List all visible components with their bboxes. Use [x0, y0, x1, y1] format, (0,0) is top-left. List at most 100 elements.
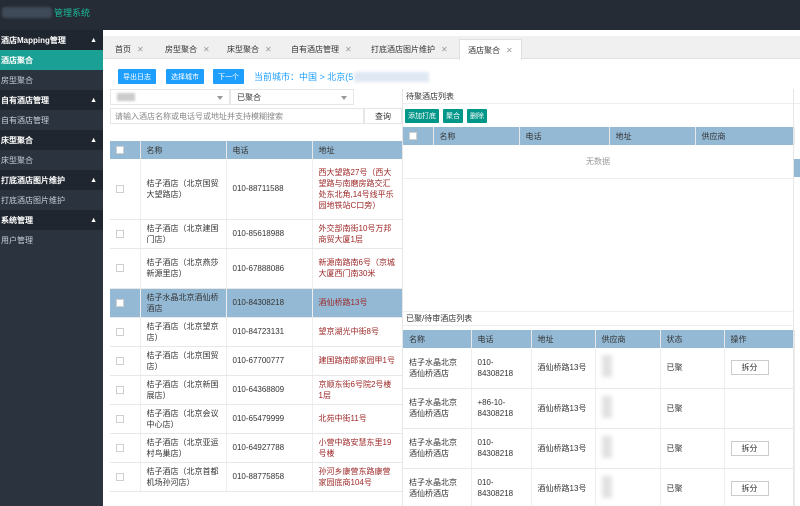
split-button[interactable]: 拆分: [730, 480, 769, 496]
row-checkbox[interactable]: [116, 229, 124, 238]
row-checkbox[interactable]: [116, 327, 124, 336]
sidebar-group-hotel-mapping[interactable]: 酒店Mapping管理 ▲: [0, 30, 103, 50]
split-button[interactable]: 拆分: [730, 440, 769, 456]
close-icon[interactable]: ✕: [345, 45, 352, 54]
row-checkbox[interactable]: [116, 414, 124, 423]
table-row[interactable]: 桔子酒店（北京亚运村鸟巢店） 010-64927788 小营中路安慧东里19号楼: [110, 433, 403, 463]
city-select[interactable]: [110, 89, 230, 105]
caret-up-icon: ▲: [90, 36, 97, 44]
table-row[interactable]: 桔子酒店（北京国贸大望路店） 010-88711588 西大望路27号（西大望路…: [110, 159, 403, 220]
tab-room-merge[interactable]: 房型聚合 ✕: [165, 40, 210, 59]
row-checkbox[interactable]: [116, 185, 124, 194]
right-panel-header-strip: [794, 159, 800, 177]
row-checkbox-cell: [110, 159, 141, 220]
column-header: 名称: [140, 141, 227, 159]
hotel-phone: 010-84308218: [226, 288, 313, 318]
table-row[interactable]: 桔子水晶北京酒仙桥酒店 010-84308218 酒仙桥路13号 已聚 拆分: [403, 428, 795, 469]
sidebar-group-system[interactable]: 系统管理 ▲: [0, 210, 103, 230]
row-checkbox[interactable]: [116, 264, 124, 273]
row-checkbox-cell: [110, 462, 141, 492]
table-row[interactable]: 桔子水晶北京酒仙桥酒店 010-84308218 酒仙桥路13号 已聚 拆分: [403, 348, 795, 389]
sidebar-group-hotel-images[interactable]: 打底酒店图片维护 ▲: [0, 170, 103, 190]
sidebar-group-bed-merge[interactable]: 床型聚合 ▲: [0, 130, 103, 150]
right-panel-head: [794, 89, 800, 104]
column-header: 地址: [531, 330, 596, 348]
close-icon[interactable]: ✕: [506, 46, 513, 55]
tab-bed-merge[interactable]: 床型聚合 ✕: [227, 40, 272, 59]
close-icon[interactable]: ✕: [137, 45, 144, 54]
sidebar-item-hotel-images[interactable]: 打底酒店图片维护: [0, 190, 103, 210]
row-checkbox[interactable]: [116, 356, 124, 365]
search-button[interactable]: 查询: [364, 108, 402, 124]
table-row[interactable]: 桔子酒店（北京会议中心店） 010-65479999 北苑中街11号: [110, 404, 403, 434]
sidebar-group-label: 酒店Mapping管理: [1, 35, 66, 45]
column-header: 操作: [724, 330, 795, 348]
sidebar-item-hotel-merge[interactable]: 酒店聚合: [0, 50, 103, 70]
caret-up-icon: ▲: [90, 96, 97, 104]
sidebar-item-users[interactable]: 用户管理: [0, 230, 103, 250]
table-row[interactable]: 桔子酒店（北京燕莎新源里店） 010-67888086 新源南路南6号（京城大厦…: [110, 248, 403, 289]
hotel-address: 望京湖光中街8号: [312, 317, 403, 347]
merged-list-title: 已聚/待审酒店列表: [403, 311, 793, 326]
tab-label: 首页: [115, 45, 131, 54]
table-row[interactable]: 桔子水晶北京酒仙桥酒店 +86-10-84308218 酒仙桥路13号 已聚: [403, 388, 795, 429]
row-checkbox[interactable]: [116, 298, 124, 307]
blurred-supplier: [601, 475, 612, 498]
chevron-down-icon: [217, 96, 223, 100]
table-row[interactable]: 桔子水晶北京酒仙桥酒店 010-84308218 酒仙桥路13号 已聚 拆分: [403, 468, 795, 506]
tab-hotel-images[interactable]: 打底酒店图片维护 ✕: [371, 40, 448, 59]
table-row[interactable]: 桔子酒店（北京新国展店） 010-64368809 京顺东街6号院2号楼1层: [110, 375, 403, 405]
next-button[interactable]: 下一个: [213, 69, 244, 84]
hotel-phone: 010-84308218: [471, 428, 532, 469]
export-log-button[interactable]: 导出日志: [118, 69, 156, 84]
blurred-supplier: [601, 435, 612, 458]
hotel-phone: +86-10-84308218: [471, 388, 532, 429]
toolbar: 导出日志 选择城市 下一个 当前城市：中国 > 北京(5: [103, 59, 800, 89]
sidebar-item-bed-merge[interactable]: 床型聚合: [0, 150, 103, 170]
hotel-address: 京顺东街6号院2号楼1层: [312, 375, 403, 405]
action-cell: 拆分: [724, 468, 795, 506]
select-all-checkbox[interactable]: [409, 132, 417, 141]
current-city-text: 当前城市：中国 > 北京(5: [254, 72, 354, 82]
hotel-table: 名称 电话 地址 桔子酒店（北京国贸大望路店） 010-88711588 西大望…: [110, 141, 403, 492]
tab-hotel-merge[interactable]: 酒店聚合 ✕: [459, 39, 522, 60]
merge-button[interactable]: 聚合: [443, 108, 463, 123]
select-all-cell: [110, 141, 141, 159]
select-city-button[interactable]: 选择城市: [166, 69, 204, 84]
search-input[interactable]: 请输入酒店名称或电话号或地址并支持模糊搜索: [110, 108, 364, 124]
pending-actions: 添加打底 聚合 删除: [403, 104, 793, 127]
column-header: 电话: [471, 330, 532, 348]
sidebar-group-own-hotel[interactable]: 自有酒店管理 ▲: [0, 90, 103, 110]
row-checkbox-cell: [110, 248, 141, 289]
sidebar: 酒店Mapping管理 ▲ 酒店聚合 房型聚合 自有酒店管理 ▲ 自有酒店管理 床型…: [0, 30, 103, 506]
row-checkbox[interactable]: [116, 443, 124, 452]
tab-home[interactable]: 首页 ✕: [115, 40, 144, 59]
status-select[interactable]: 已聚合: [230, 89, 354, 105]
table-row[interactable]: 桔子酒店（北京首都机场孙河店） 010-88775858 孙河乡康营东路康营家园…: [110, 462, 403, 492]
sidebar-item-room-merge[interactable]: 房型聚合: [0, 70, 103, 90]
column-header: 状态: [660, 330, 725, 348]
table-row[interactable]: 桔子酒店（北京国贸店） 010-67700777 建国路南郎家园甲1号: [110, 346, 403, 376]
table-header: 名称 电话 地址: [110, 141, 403, 159]
row-checkbox-cell: [110, 346, 141, 376]
column-header: 名称: [433, 127, 520, 145]
chevron-down-icon: [341, 96, 347, 100]
table-row[interactable]: 桔子酒店（北京建国门店） 010-85618988 外交部南街10号万邦商贸大厦…: [110, 219, 403, 249]
add-base-button[interactable]: 添加打底: [405, 108, 439, 123]
column-header: 名称: [403, 330, 472, 348]
select-all-checkbox[interactable]: [116, 146, 124, 155]
row-checkbox[interactable]: [116, 385, 124, 394]
close-icon[interactable]: ✕: [441, 45, 448, 54]
tab-own-hotel[interactable]: 自有酒店管理 ✕: [291, 40, 352, 59]
delete-button[interactable]: 删除: [467, 108, 487, 123]
close-icon[interactable]: ✕: [265, 45, 272, 54]
hotel-address: 酒仙桥路13号: [531, 388, 596, 429]
table-header: 名称 电话 地址 供应商 状态 操作: [403, 330, 795, 348]
row-checkbox[interactable]: [116, 472, 124, 481]
close-icon[interactable]: ✕: [203, 45, 210, 54]
table-row[interactable]: 桔子酒店（北京望京店） 010-84723131 望京湖光中街8号: [110, 317, 403, 347]
split-button[interactable]: 拆分: [730, 360, 769, 376]
table-row-selected[interactable]: 桔子水晶北京酒仙桥酒店 010-84308218 酒仙桥路13号: [110, 288, 403, 318]
sidebar-item-own-hotel[interactable]: 自有酒店管理: [0, 110, 103, 130]
